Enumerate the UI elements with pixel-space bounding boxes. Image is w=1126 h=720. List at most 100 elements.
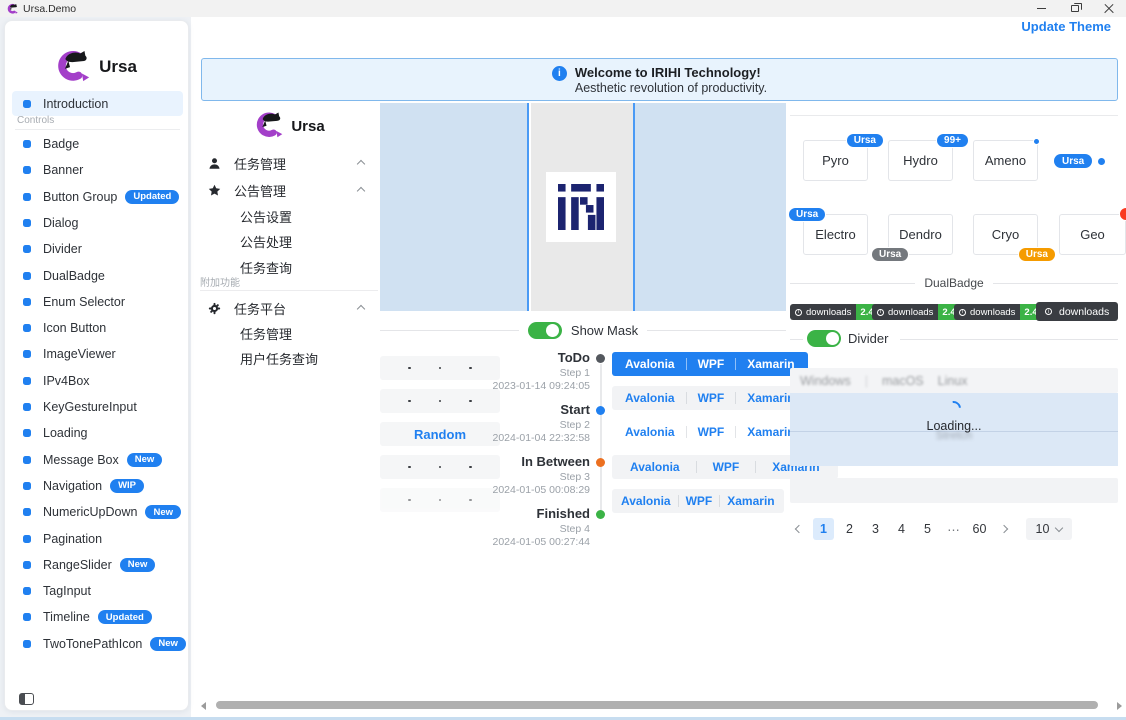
menu-brand: Ursa — [200, 108, 380, 144]
corner-badge: Ursa — [788, 207, 826, 222]
button-avalonia[interactable]: Avalonia — [614, 494, 678, 508]
menu-item--2[interactable]: 公告设置 — [200, 203, 378, 229]
button-wpf[interactable]: WPF — [697, 460, 756, 474]
viewer-mask-left — [380, 103, 529, 311]
sidebar-item-label: Timeline — [43, 610, 90, 624]
sidebar-item-keygestureinput[interactable]: KeyGestureInput — [12, 394, 183, 420]
chevron-right-icon — [1000, 525, 1008, 533]
bullet-icon — [23, 377, 31, 385]
sidebar-item-banner[interactable]: Banner — [12, 157, 183, 183]
pagination-prev-button[interactable] — [790, 518, 808, 540]
sidebar-item-ipv4box[interactable]: IPv4Box — [12, 368, 183, 394]
divider-line — [790, 115, 1118, 116]
button-wpf[interactable]: WPF — [687, 357, 736, 371]
irihi-logo — [546, 172, 616, 242]
page-size-select[interactable]: 10 — [1026, 518, 1072, 540]
sidebar-brand-title: Ursa — [99, 57, 137, 77]
pagination-next-button[interactable] — [995, 518, 1013, 540]
menu-item--7[interactable]: 任务管理 — [200, 320, 378, 346]
menu-group-[interactable]: 任务平台 — [200, 295, 378, 321]
sidebar-item-label: Navigation — [43, 479, 102, 493]
sidebar-item-rangeslider[interactable]: RangeSliderNew — [12, 552, 183, 578]
button-xamarin[interactable]: Xamarin — [720, 494, 781, 508]
sidebar-item-badge[interactable]: Badge — [12, 131, 183, 157]
sidebar-item-pagination[interactable]: Pagination — [12, 526, 183, 552]
pagination-page-1[interactable]: 1 — [813, 518, 834, 540]
button-wpf[interactable]: WPF — [687, 391, 736, 405]
dualbadge-label: downloads — [1036, 302, 1118, 321]
button-wpf[interactable]: WPF — [687, 425, 736, 439]
scroll-right-arrow-icon[interactable] — [1117, 702, 1122, 710]
sidebar-item-timeline[interactable]: TimelineUpdated — [12, 604, 183, 630]
sidebar-item-taginput[interactable]: TagInput — [12, 578, 183, 604]
timeline-dot-icon — [596, 354, 605, 363]
sidebar-item-divider[interactable]: Divider — [12, 236, 183, 262]
scroll-left-arrow-icon[interactable] — [201, 702, 206, 710]
chevron-left-icon — [795, 525, 803, 533]
button-wpf[interactable]: WPF — [679, 494, 720, 508]
sidebar-collapse-button[interactable] — [19, 690, 41, 708]
bullet-icon — [23, 245, 31, 253]
sidebar-item-label: Enum Selector — [43, 295, 125, 309]
bullet-icon — [23, 324, 31, 332]
sidebar-item-enum-selector[interactable]: Enum Selector — [12, 289, 183, 315]
menu-item--3[interactable]: 公告处理 — [200, 228, 378, 254]
chevron-down-icon — [1055, 523, 1063, 531]
button-avalonia[interactable]: Avalonia — [614, 460, 696, 474]
sidebar-item-twotonepathicon[interactable]: TwoTonePathIconNew — [12, 631, 183, 657]
menu-section-label: 附加功能 — [200, 274, 378, 291]
sidebar-item-navigation[interactable]: NavigationWIP — [12, 473, 183, 499]
bullet-icon — [23, 508, 31, 516]
divider-line — [380, 330, 519, 331]
tab-windows[interactable]: Windows — [800, 374, 851, 388]
timeline-connector — [600, 364, 602, 516]
sidebar-item-loading[interactable]: Loading — [12, 420, 183, 446]
show-mask-toggle[interactable] — [528, 322, 562, 339]
button-avalonia[interactable]: Avalonia — [614, 425, 686, 439]
sidebar-section-label: Controls — [17, 115, 54, 126]
badge-card-dendro: DendroUrsa — [888, 214, 953, 255]
divider-toggle[interactable] — [807, 330, 841, 347]
sidebar-item-label: Loading — [43, 426, 88, 440]
sidebar-item-badge: New — [127, 453, 163, 467]
bullet-icon — [23, 587, 31, 595]
loading-spinner-icon — [943, 398, 964, 419]
horizontal-scrollbar — [192, 699, 1126, 712]
pagination-page-3[interactable]: 3 — [865, 518, 886, 540]
info-icon — [552, 66, 567, 81]
tab-macos[interactable]: macOS — [882, 374, 924, 388]
bullet-icon — [23, 456, 31, 464]
menu-item-label: 任务平台 — [234, 299, 286, 318]
bullet-icon — [23, 482, 31, 490]
scrollbar-thumb[interactable] — [216, 701, 1098, 709]
menu-item--8[interactable]: 用户任务查询 — [200, 345, 378, 371]
pagination-page-4[interactable]: 4 — [891, 518, 912, 540]
sidebar-item-label: Message Box — [43, 453, 119, 467]
sidebar-item-numericupdown[interactable]: NumericUpDownNew — [12, 499, 183, 525]
sidebar-item-label: Pagination — [43, 532, 102, 546]
menu-group-[interactable]: 任务管理 — [200, 150, 378, 176]
sidebar-item-label: DualBadge — [43, 269, 105, 283]
sidebar-item-icon-button[interactable]: Icon Button — [12, 315, 183, 341]
timeline-dot-icon — [596, 510, 605, 519]
pagination-page-2[interactable]: 2 — [839, 518, 860, 540]
dualbadge: downloads2.4k — [790, 304, 883, 320]
sidebar-item-imageviewer[interactable]: ImageViewer — [12, 341, 183, 367]
sidebar-item-dialog[interactable]: Dialog — [12, 210, 183, 236]
info-icon — [959, 309, 966, 316]
sidebar-item-message-box[interactable]: Message Box New — [12, 447, 183, 473]
bullet-icon — [23, 298, 31, 306]
button-avalonia[interactable]: Avalonia — [614, 391, 686, 405]
sidebar-item-introduction[interactable]: Introduction — [12, 91, 183, 116]
pagination-page-60[interactable]: 60 — [969, 518, 990, 540]
bullet-icon — [23, 613, 31, 621]
button-avalonia[interactable]: Avalonia — [614, 357, 686, 371]
sidebar-item-label: Icon Button — [43, 321, 106, 335]
timeline-dot-icon — [596, 406, 605, 415]
sidebar-item-dualbadge[interactable]: DualBadge — [12, 263, 183, 289]
tab-linux[interactable]: Linux — [938, 374, 968, 388]
button-group-light: AvaloniaWPFXamarin — [612, 386, 808, 410]
menu-group-[interactable]: 公告管理 — [200, 177, 378, 203]
pagination-page-5[interactable]: 5 — [917, 518, 938, 540]
sidebar-item-button-group[interactable]: Button GroupUpdated — [12, 184, 183, 210]
